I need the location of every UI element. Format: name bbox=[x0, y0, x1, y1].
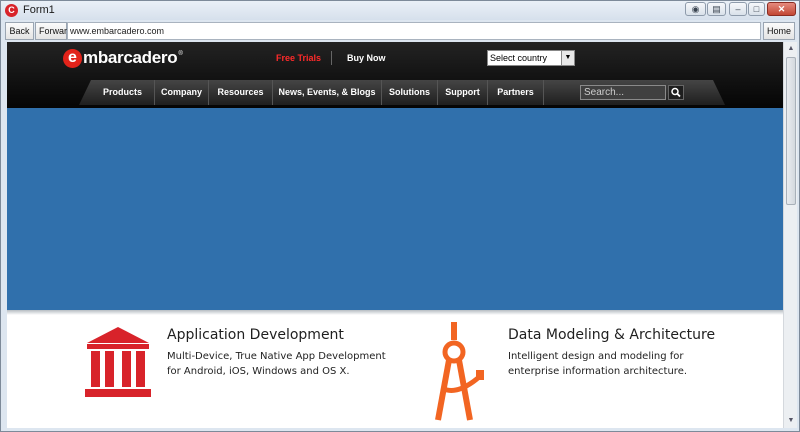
site-search-input[interactable]: Search... bbox=[580, 85, 666, 100]
feature-title-app-dev[interactable]: Application Development bbox=[167, 327, 344, 343]
search-icon bbox=[671, 87, 681, 98]
search-button[interactable] bbox=[668, 85, 684, 100]
buy-now-link[interactable]: Buy Now bbox=[347, 53, 386, 63]
logo-e-mark: e bbox=[63, 48, 82, 68]
close-icon[interactable]: ✕ bbox=[767, 2, 796, 16]
hero-banner bbox=[7, 108, 783, 310]
nav-item-company[interactable]: Company bbox=[155, 80, 209, 105]
drafting-compass-icon bbox=[435, 322, 484, 421]
nav-item-support[interactable]: Support bbox=[438, 80, 488, 105]
scroll-down-icon[interactable]: ▼ bbox=[785, 415, 797, 427]
scrollbar-thumb[interactable] bbox=[786, 57, 796, 205]
feature-desc-app-dev-line2: for Android, iOS, Windows and OS X. bbox=[167, 366, 350, 377]
app-icon: C bbox=[5, 4, 18, 17]
building-columns-icon bbox=[85, 327, 151, 397]
vertical-scrollbar[interactable]: ▲ ▼ bbox=[783, 42, 797, 428]
browser-viewport: e mbarcadero ® Free Trials Buy Now Selec… bbox=[7, 42, 783, 428]
nav-item-news-events-blogs[interactable]: News, Events, & Blogs bbox=[273, 80, 382, 105]
nav-item-resources[interactable]: Resources bbox=[209, 80, 273, 105]
link-divider bbox=[331, 51, 332, 65]
logo-registered-mark: ® bbox=[178, 51, 183, 57]
country-select[interactable]: Select country ▼ bbox=[487, 50, 575, 66]
scroll-up-icon[interactable]: ▲ bbox=[785, 43, 797, 55]
forward-button[interactable]: Forward bbox=[35, 22, 72, 40]
nav-item-solutions[interactable]: Solutions bbox=[382, 80, 438, 105]
eye-icon[interactable]: ◉ bbox=[685, 2, 706, 16]
window-title: Form1 bbox=[23, 4, 55, 16]
home-button[interactable]: Home bbox=[763, 22, 795, 40]
maximize-icon[interactable]: □ bbox=[748, 2, 765, 16]
title-bar: C Form1 ◉ ▤ – □ ✕ bbox=[1, 1, 799, 20]
back-button[interactable]: Back bbox=[5, 22, 34, 40]
feature-desc-app-dev-line1: Multi-Device, True Native App Developmen… bbox=[167, 351, 386, 362]
feature-title-data-modeling[interactable]: Data Modeling & Architecture bbox=[508, 327, 715, 343]
country-select-value: Select country bbox=[490, 53, 548, 63]
minimize-icon[interactable]: – bbox=[729, 2, 747, 16]
app-window: C Form1 ◉ ▤ – □ ✕ Back Forward www.embar… bbox=[0, 0, 800, 432]
nav-item-products[interactable]: Products bbox=[91, 80, 155, 105]
chevron-down-icon: ▼ bbox=[561, 51, 574, 65]
logo-text: mbarcadero bbox=[83, 48, 178, 67]
site-header: e mbarcadero ® Free Trials Buy Now Selec… bbox=[7, 42, 783, 108]
hero-divider-shadow bbox=[7, 310, 783, 315]
feature-desc-data-modeling-line2: enterprise information architecture. bbox=[508, 366, 688, 377]
address-input[interactable]: www.embarcadero.com bbox=[67, 22, 761, 40]
nav-item-partners[interactable]: Partners bbox=[488, 80, 544, 105]
feature-desc-data-modeling-line1: Intelligent design and modeling for bbox=[508, 351, 684, 362]
pin-icon[interactable]: ▤ bbox=[707, 2, 726, 16]
embarcadero-logo[interactable]: e mbarcadero ® bbox=[63, 46, 183, 70]
free-trials-link[interactable]: Free Trials bbox=[276, 53, 321, 63]
browser-toolbar: Back Forward www.embarcadero.com Home bbox=[5, 22, 797, 40]
